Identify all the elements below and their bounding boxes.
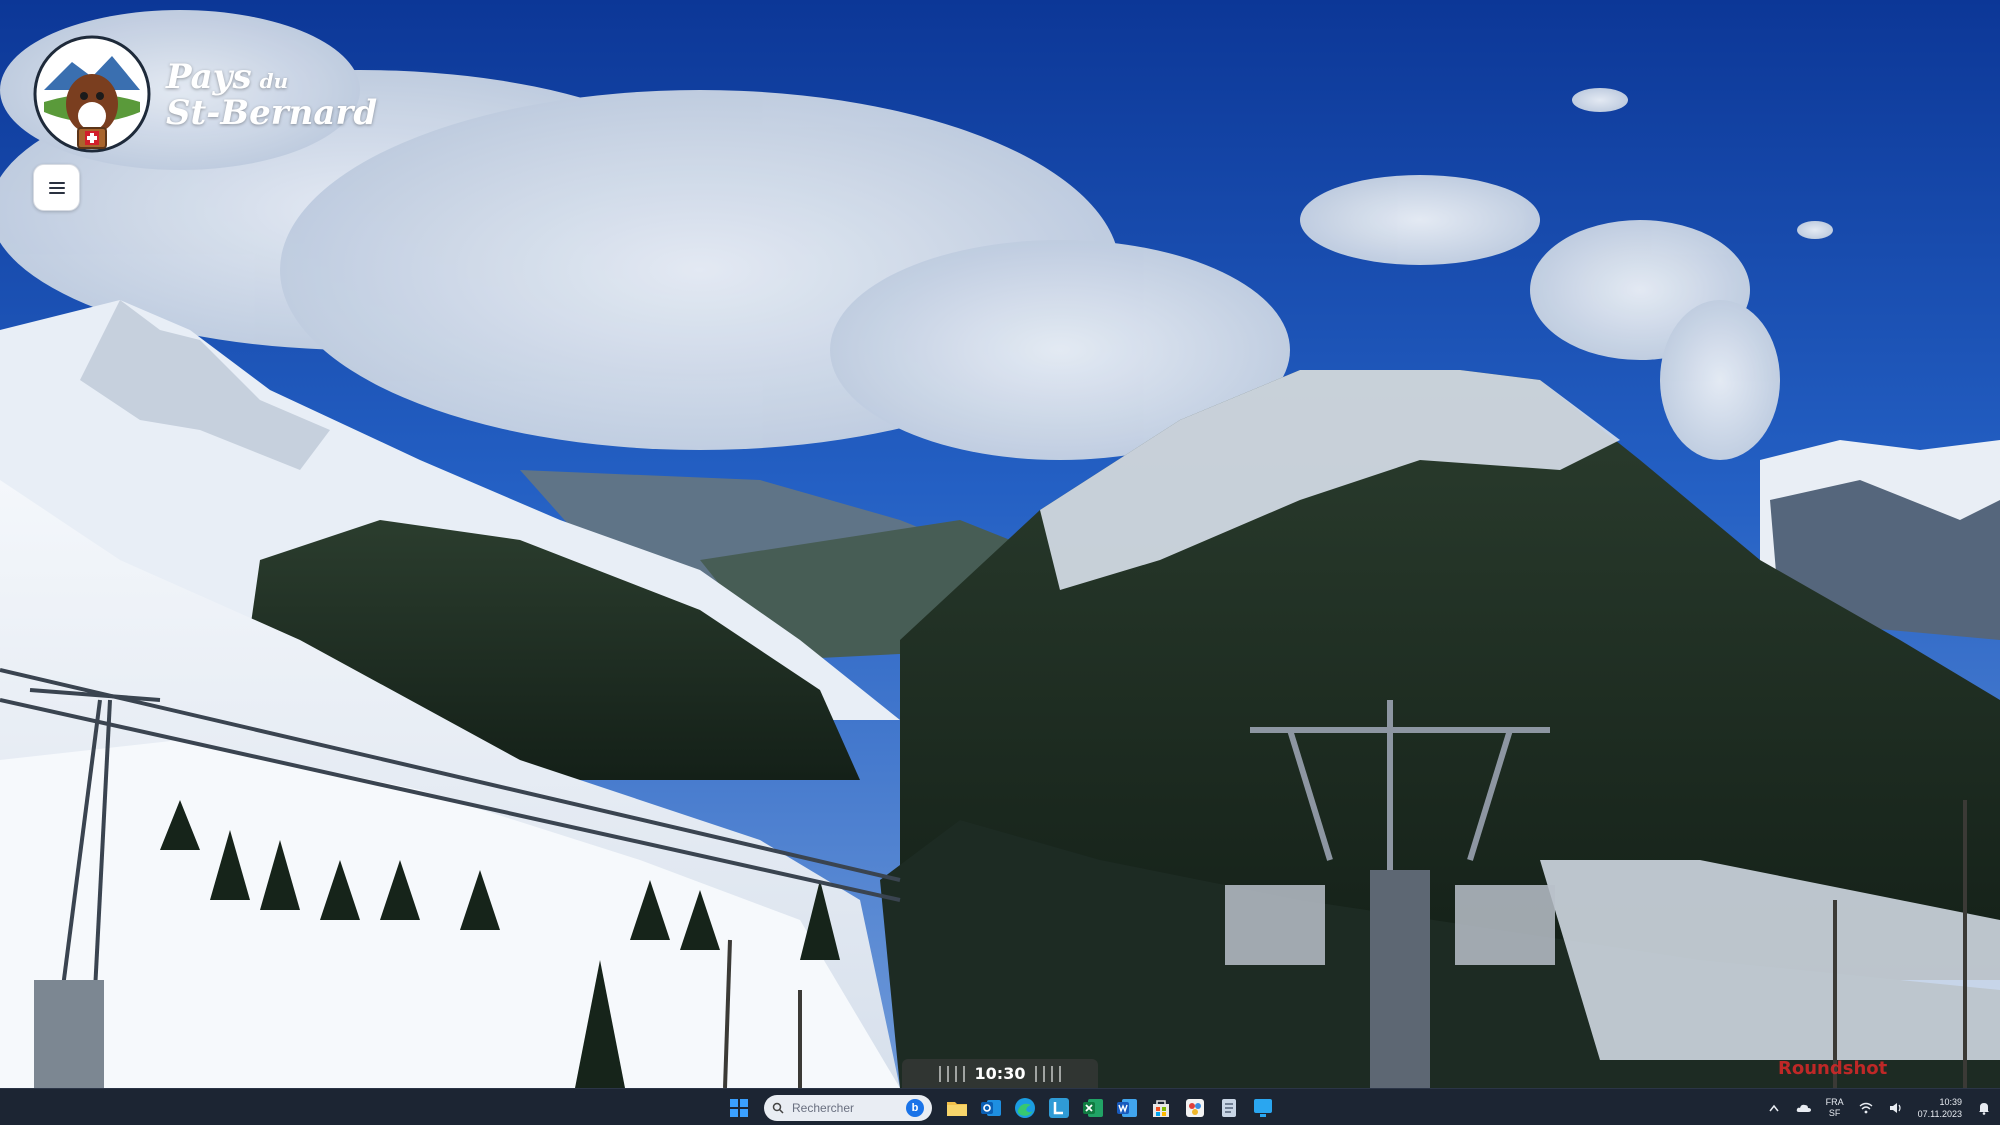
time-scrubber[interactable]: 10:30: [902, 1059, 1098, 1088]
app-l-icon[interactable]: [1046, 1095, 1072, 1121]
search-icon: [772, 1102, 784, 1114]
taskbar-apps: Rechercher b: [726, 1089, 1276, 1125]
onedrive-cloud-icon[interactable]: [1796, 1100, 1812, 1116]
edge-icon[interactable]: [1012, 1095, 1038, 1121]
word-icon[interactable]: [1114, 1095, 1140, 1121]
brand-name-pays: Pays: [166, 56, 252, 97]
taskbar-clock[interactable]: 10:39 07.11.2023: [1918, 1096, 1962, 1120]
chevron-up-icon[interactable]: [1766, 1100, 1782, 1116]
volume-icon[interactable]: [1888, 1100, 1904, 1116]
taskbar-search[interactable]: Rechercher b: [764, 1094, 932, 1121]
language-code: FRA: [1825, 1096, 1844, 1107]
st-bernard-dog-logo-icon: [33, 35, 151, 153]
notepad-icon[interactable]: [1216, 1095, 1242, 1121]
notification-bell-icon[interactable]: [1976, 1100, 1992, 1116]
clock-date: 07.11.2023: [1917, 1108, 1962, 1119]
windows-taskbar: Rechercher b FRA SF 10:39 07.11.2023: [0, 1088, 2000, 1125]
store-icon[interactable]: [1148, 1095, 1174, 1121]
hamburger-menu-icon: [48, 181, 65, 194]
system-tray: FRA SF 10:39 07.11.2023: [1766, 1089, 1992, 1125]
brand-wordmark: Pays du St-Bernard: [166, 60, 377, 130]
menu-button[interactable]: [33, 164, 80, 211]
app-blue-icon[interactable]: [1250, 1095, 1276, 1121]
scrubber-ticks-left[interactable]: [938, 1065, 965, 1082]
scrubber-ticks-right[interactable]: [1035, 1065, 1062, 1082]
excel-icon[interactable]: [1080, 1095, 1106, 1121]
outlook-icon[interactable]: [978, 1095, 1004, 1121]
search-placeholder: Rechercher: [792, 1100, 855, 1115]
brand-logo[interactable]: Pays du St-Bernard: [32, 32, 377, 157]
webcam-panorama: [0, 0, 2000, 1088]
wifi-icon[interactable]: [1858, 1100, 1874, 1116]
brand-name-st-bernard: St-Bernard: [166, 92, 378, 133]
clock-time: 10:39: [1939, 1096, 1962, 1107]
start-icon[interactable]: [726, 1095, 752, 1121]
brand-name-du: du: [259, 68, 289, 93]
bing-chat-icon[interactable]: b: [906, 1098, 924, 1117]
roundshot-watermark: Roundshot: [1778, 1058, 1888, 1079]
file-explorer-icon[interactable]: [944, 1095, 970, 1121]
current-time-label: 10:30: [974, 1064, 1026, 1083]
paint-icon[interactable]: [1182, 1095, 1208, 1121]
input-language-indicator[interactable]: FRA SF: [1826, 1097, 1844, 1119]
keyboard-layout-code: SF: [1828, 1107, 1841, 1118]
